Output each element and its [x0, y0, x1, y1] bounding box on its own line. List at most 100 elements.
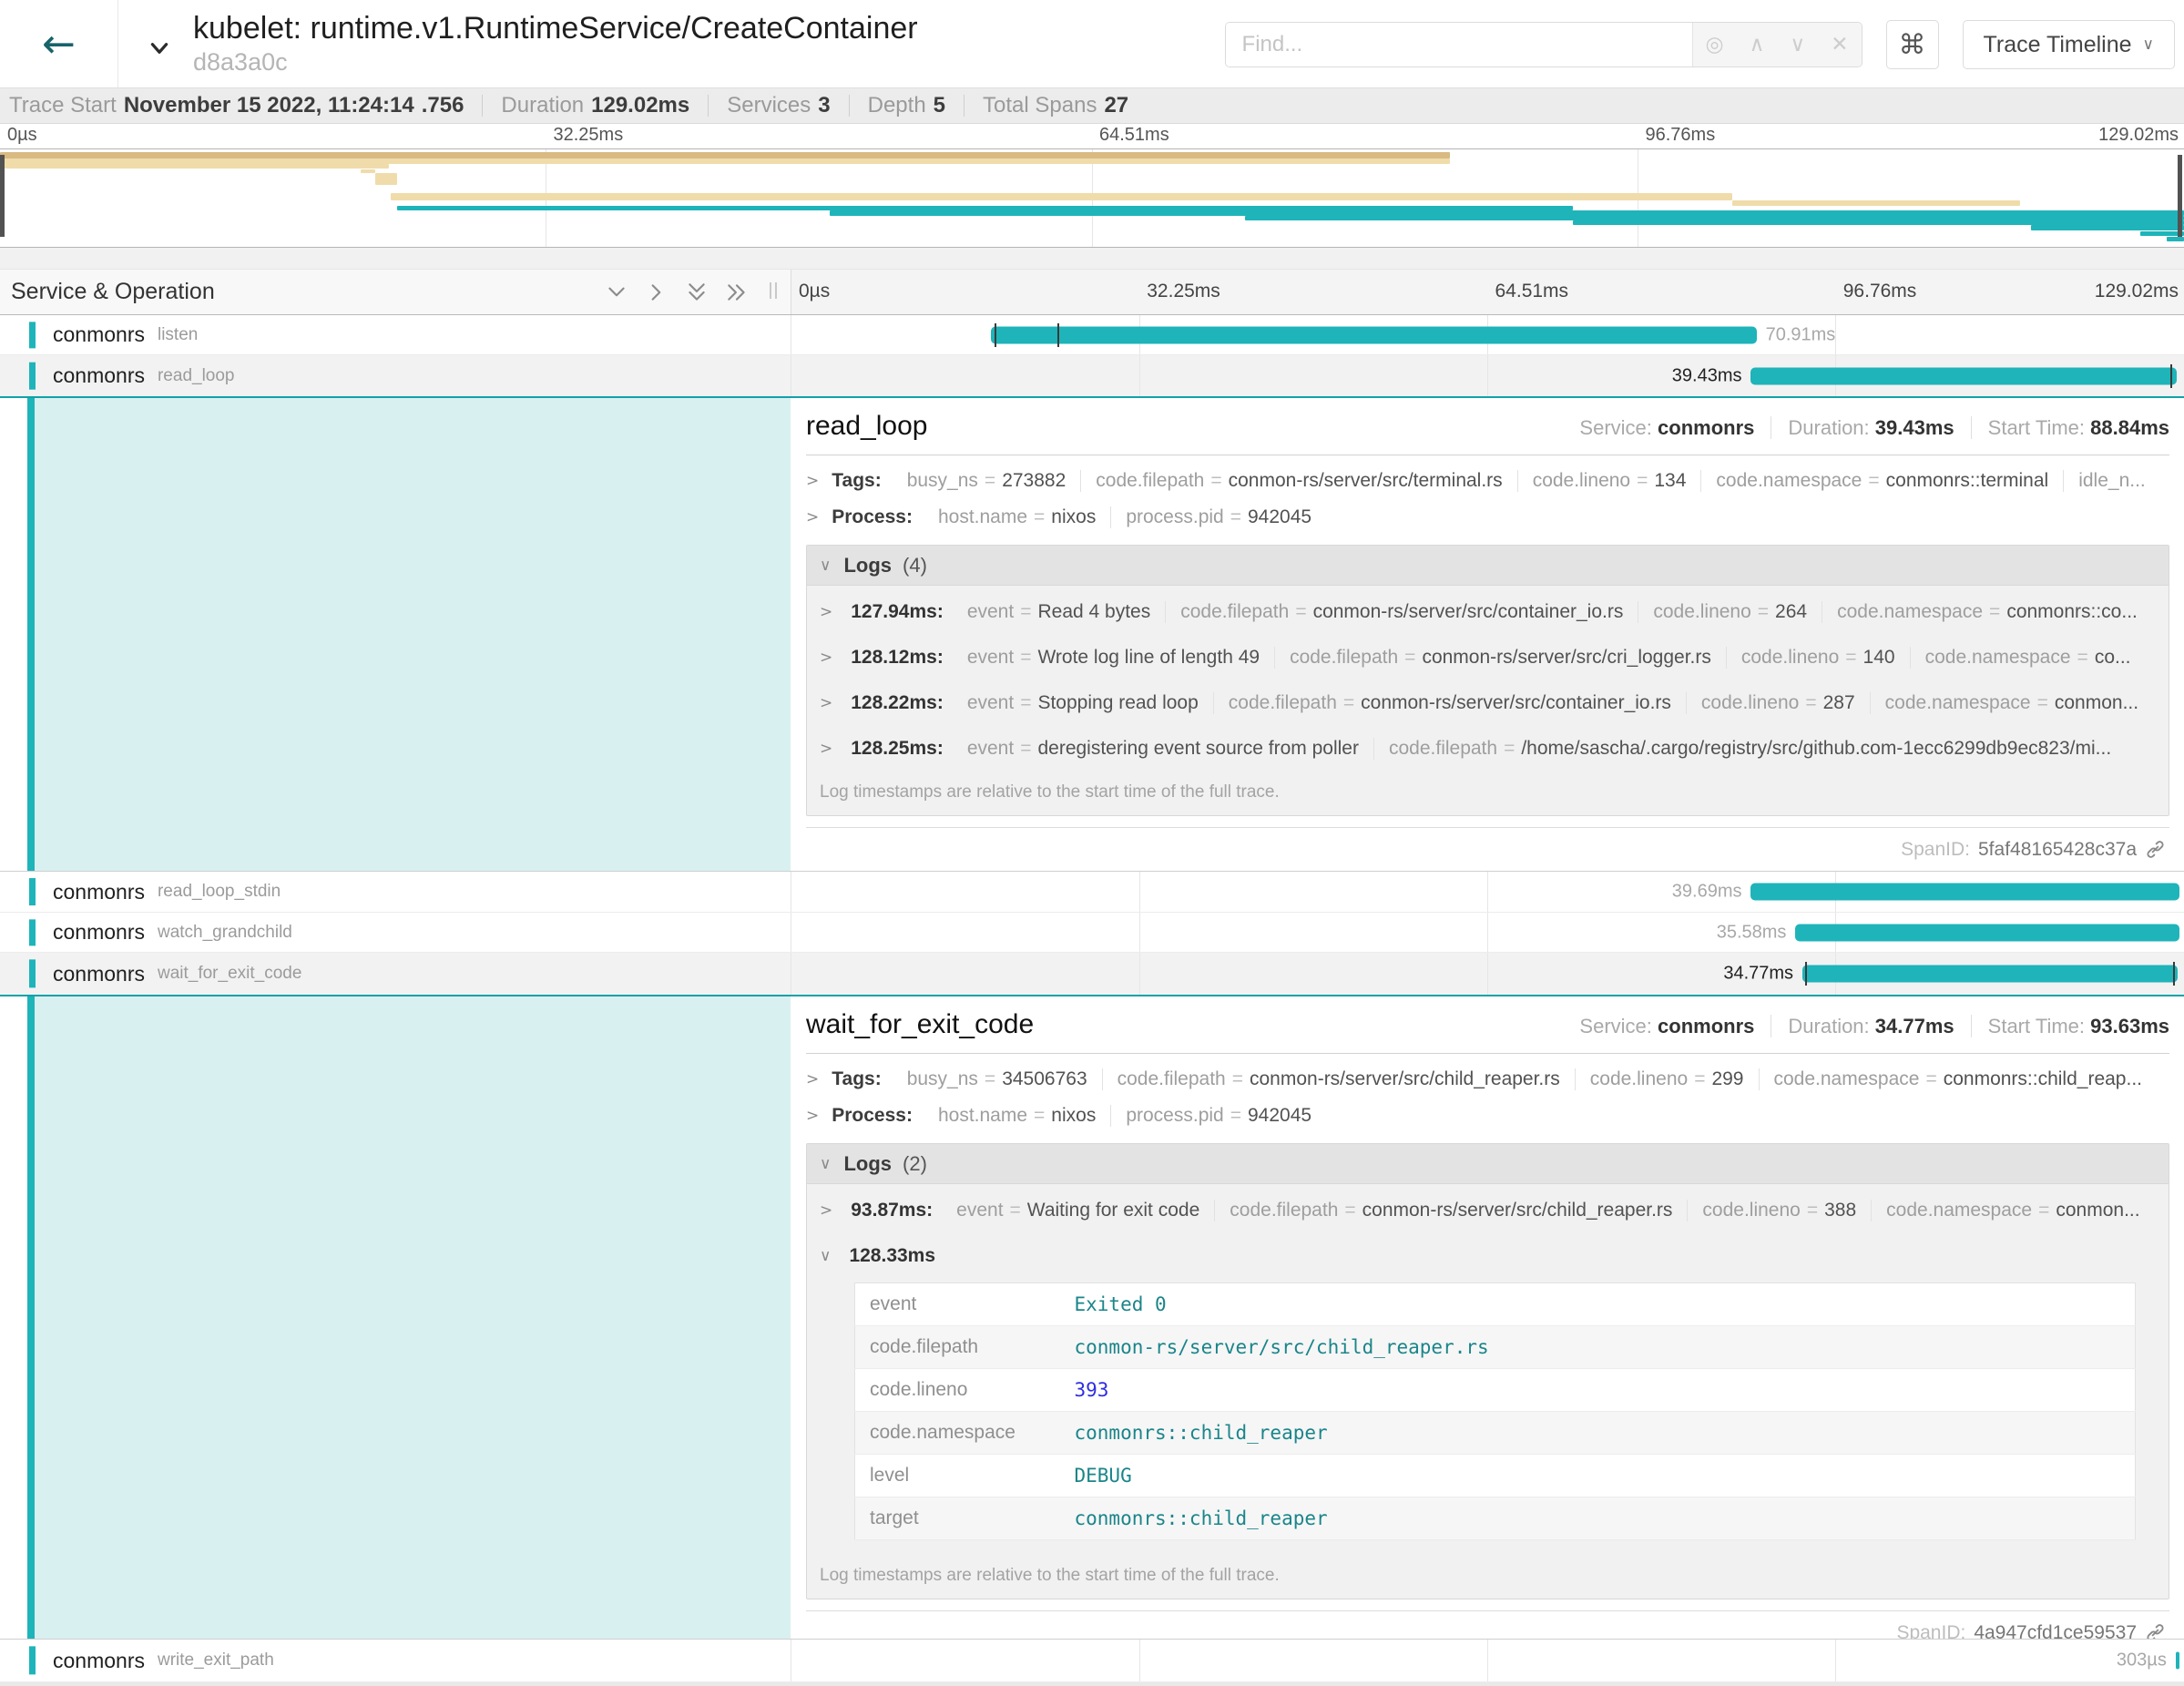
- operation-name: watch_grandchild: [158, 923, 292, 943]
- back-button[interactable]: ←: [0, 0, 118, 87]
- field-value: conmonrs::child_reaper: [1060, 1412, 2136, 1455]
- span-name-cell[interactable]: conmonrs watch_grandchild: [0, 913, 791, 952]
- top-bar: ← kubelet: runtime.v1.RuntimeService/Cre…: [0, 0, 2184, 87]
- chevron-right-icon: >: [806, 508, 819, 526]
- copy-link-button[interactable]: [2145, 839, 2166, 860]
- minimap-span-bar: [391, 193, 1731, 199]
- minimap-span-bar: [2031, 225, 2184, 230]
- span-bar[interactable]: [1750, 884, 2179, 901]
- logs-count: (2): [903, 1152, 927, 1176]
- service-name: conmonrs: [53, 920, 145, 945]
- kv-pair: busy_ns=34506763: [893, 1068, 1102, 1090]
- top-bar-controls: ◎ ∧ ∨ ✕ ⌘ Trace Timeline ∨: [1225, 20, 2175, 69]
- service-value: conmonrs: [1658, 1015, 1754, 1037]
- span-rows: conmonrslisten 70.91ms conmonrsread_loop…: [0, 315, 2184, 1686]
- logs-note: Log timestamps are relative to the start…: [807, 1555, 2169, 1599]
- field-value: DEBUG: [1060, 1455, 2136, 1497]
- column-resize-grip[interactable]: [767, 277, 780, 307]
- log-entry[interactable]: >128.12ms:event=Wrote log line of length…: [807, 635, 2169, 680]
- tags-accordion[interactable]: > Tags: busy_ns=273882code.filepath=conm…: [806, 470, 2169, 492]
- field-key: code.filepath: [855, 1326, 1060, 1369]
- span-row-write-exit-path[interactable]: conmonrswrite_exit_path 303µs: [0, 1640, 2184, 1682]
- span-name-cell[interactable]: conmonrswait_for_exit_code: [0, 953, 791, 995]
- span-name-cell[interactable]: conmonrsread_loop: [0, 355, 791, 396]
- next-match-icon[interactable]: ∨: [1790, 33, 1805, 56]
- log-marker-tick: [1805, 962, 1807, 986]
- minimap-span-bar: [1732, 200, 2021, 206]
- chevron-right-icon: >: [806, 472, 819, 490]
- collapse-all-double-chevron-down-icon[interactable]: [683, 279, 710, 306]
- service-label: Service:: [1579, 1015, 1651, 1037]
- start-time-label: Start Time:: [1988, 1015, 2085, 1037]
- kv-pair: code.filepath=conmon-rs/server/src/conta…: [1213, 692, 1686, 714]
- span-bar[interactable]: [991, 326, 1757, 343]
- command-icon: ⌘: [1899, 29, 1926, 61]
- span-id-row: SpanID: 5faf48165428c37a: [806, 827, 2169, 871]
- kv-pair: code.lineno=264: [1638, 601, 1822, 623]
- spacer: [0, 248, 2184, 270]
- collapse-trace-chevron-icon[interactable]: [146, 36, 173, 65]
- collapse-one-chevron-down-icon[interactable]: [603, 279, 630, 306]
- trace-view-selector[interactable]: Trace Timeline ∨: [1963, 20, 2175, 69]
- span-name-cell[interactable]: conmonrswrite_exit_path: [0, 1640, 791, 1681]
- process-accordion[interactable]: > Process: host.name=nixosprocess.pid=94…: [806, 506, 2169, 528]
- log-entry[interactable]: >128.25ms:event=deregistering event sour…: [807, 726, 2169, 771]
- clear-find-icon[interactable]: ✕: [1831, 33, 1848, 56]
- span-row-wait-for-exit-code[interactable]: conmonrswait_for_exit_code 34.77ms: [0, 953, 2184, 996]
- span-row-watch-grandchild[interactable]: conmonrs watch_grandchild 35.58ms: [0, 913, 2184, 953]
- span-timeline-cell: 303µs: [791, 1640, 2184, 1681]
- span-color-accent: [29, 362, 36, 390]
- kv-pair: code.filepath=/home/sascha/.cargo/regist…: [1373, 738, 2126, 760]
- copy-link-button[interactable]: [2145, 1622, 2166, 1640]
- span-id-label: SpanID:: [1896, 1622, 1965, 1640]
- process-accordion[interactable]: > Process: host.name=nixosprocess.pid=94…: [806, 1105, 2169, 1127]
- trace-start-fraction: .756: [422, 93, 464, 118]
- span-row-read-loop[interactable]: conmonrsread_loop 39.43ms: [0, 355, 2184, 398]
- span-duration-label: 35.58ms: [1717, 922, 1787, 943]
- kv-pair: host.name=nixos: [924, 506, 1110, 528]
- span-bar[interactable]: [1802, 966, 2178, 983]
- field-key: level: [855, 1455, 1060, 1497]
- minimap-canvas[interactable]: [0, 148, 2184, 248]
- tags-accordion[interactable]: > Tags: busy_ns=34506763code.filepath=co…: [806, 1068, 2169, 1090]
- span-row-listen[interactable]: conmonrslisten 70.91ms: [0, 315, 2184, 355]
- kv-pair: code.namespace=conmonrs::co...: [1822, 601, 2152, 623]
- tick-label: 129.02ms: [2098, 125, 2179, 146]
- tick-label: 32.25ms: [554, 125, 624, 146]
- title-block: kubelet: runtime.v1.RuntimeService/Creat…: [193, 11, 918, 77]
- kv-pair: code.namespace=co...: [1910, 647, 2146, 669]
- log-entry[interactable]: >128.22ms:event=Stopping read loopcode.f…: [807, 680, 2169, 726]
- timeline-table-header: Service & Operation 0µs32.25ms64.51ms9: [0, 270, 2184, 315]
- span-name-cell[interactable]: conmonrsread_loop_stdin: [0, 872, 791, 912]
- match-focus-icon[interactable]: ◎: [1706, 33, 1724, 56]
- log-entry[interactable]: >93.87ms:event=Waiting for exit codecode…: [807, 1188, 2169, 1233]
- span-bar[interactable]: [1750, 367, 2176, 384]
- timeline-ruler: 0µs32.25ms64.51ms96.76ms129.02ms: [791, 270, 2184, 314]
- expand-all-double-chevron-right-icon[interactable]: [723, 279, 750, 306]
- viewport-handle-left[interactable]: [0, 155, 5, 237]
- logs-box: ∨ Logs (4) >127.94ms:event=Read 4 bytesc…: [806, 545, 2169, 816]
- span-detail-highlight-column: [35, 996, 791, 1639]
- logs-accordion-header[interactable]: ∨ Logs (2): [807, 1144, 2169, 1184]
- span-color-accent: [29, 322, 36, 348]
- log-entry[interactable]: ∨128.33mseventExited 0code.filepathconmo…: [807, 1233, 2169, 1540]
- span-row-read-loop-stdin[interactable]: conmonrsread_loop_stdin 39.69ms: [0, 872, 2184, 913]
- span-detail-info: Service: conmonrsDuration: 34.77msStart …: [1579, 1015, 2169, 1038]
- tick-label: 64.51ms: [1495, 281, 1569, 302]
- logs-accordion-header[interactable]: ∨ Logs (4): [807, 546, 2169, 586]
- find-input[interactable]: [1226, 23, 1692, 66]
- log-marker-tick: [2170, 364, 2172, 388]
- span-detail-title: read_loop: [806, 411, 927, 442]
- depth-label: Depth: [868, 93, 926, 118]
- span-bar[interactable]: [2176, 1652, 2179, 1670]
- viewport-handle-right[interactable]: [2178, 155, 2182, 237]
- span-name-cell[interactable]: conmonrslisten: [0, 315, 791, 354]
- span-timeline-cell: 35.58ms: [791, 913, 2184, 952]
- keyboard-shortcuts-button[interactable]: ⌘: [1886, 20, 1939, 69]
- back-arrow-icon: ←: [42, 21, 76, 67]
- prev-match-icon[interactable]: ∧: [1750, 33, 1765, 56]
- log-entry[interactable]: >127.94ms:event=Read 4 bytescode.filepat…: [807, 589, 2169, 635]
- logs-note: Log timestamps are relative to the start…: [807, 771, 2169, 815]
- span-bar[interactable]: [1795, 924, 2179, 941]
- expand-one-chevron-right-icon[interactable]: [643, 279, 670, 306]
